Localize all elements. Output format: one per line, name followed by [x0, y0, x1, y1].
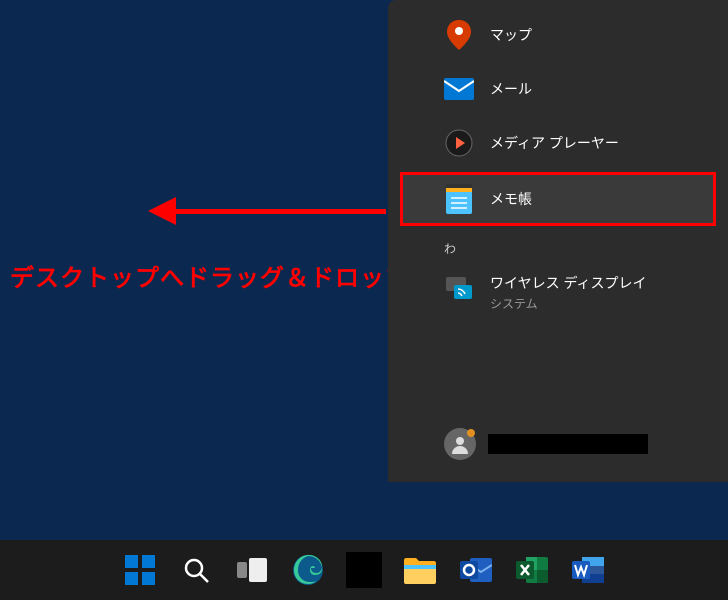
app-label: メディア プレーヤー	[490, 133, 619, 153]
word-button[interactable]	[564, 546, 612, 594]
sub-item-title: ワイヤレス ディスプレイ	[490, 273, 647, 293]
app-label: メール	[490, 79, 532, 99]
start-menu: マップ メール メディア プレーヤー メモ帳 わ	[388, 0, 728, 482]
wireless-display-icon	[444, 273, 474, 303]
user-name-redacted	[488, 434, 648, 454]
app-label: マップ	[490, 25, 532, 45]
media-player-icon	[444, 128, 474, 158]
taskbar	[0, 540, 728, 600]
map-pin-icon	[444, 20, 474, 50]
app-item-notepad[interactable]: メモ帳	[400, 172, 716, 226]
desktop[interactable]: デスクトップへドラッグ＆ドロップする マップ メール メディア プレーヤー	[0, 0, 728, 600]
app-list: マップ メール メディア プレーヤー メモ帳 わ	[388, 8, 728, 321]
app-label: メモ帳	[490, 189, 532, 209]
app-item-wireless-display[interactable]: ワイヤレス ディスプレイ システム	[388, 261, 728, 321]
edge-button[interactable]	[284, 546, 332, 594]
app-item-mail[interactable]: メール	[388, 62, 728, 116]
user-avatar-icon	[444, 428, 476, 460]
annotation-arrow	[148, 197, 386, 225]
start-button[interactable]	[116, 546, 164, 594]
mail-icon	[444, 74, 474, 104]
search-button[interactable]	[172, 546, 220, 594]
placeholder-icon	[346, 552, 382, 588]
excel-button[interactable]	[508, 546, 556, 594]
sub-item-subtitle: システム	[490, 295, 647, 312]
outlook-button[interactable]	[452, 546, 500, 594]
app-item-media-player[interactable]: メディア プレーヤー	[388, 116, 728, 170]
notepad-icon	[444, 184, 474, 214]
task-view-button[interactable]	[228, 546, 276, 594]
app-button-redacted[interactable]	[340, 546, 388, 594]
section-header: わ	[388, 228, 728, 261]
user-account-row[interactable]	[388, 418, 728, 470]
file-explorer-button[interactable]	[396, 546, 444, 594]
app-item-maps[interactable]: マップ	[388, 8, 728, 62]
